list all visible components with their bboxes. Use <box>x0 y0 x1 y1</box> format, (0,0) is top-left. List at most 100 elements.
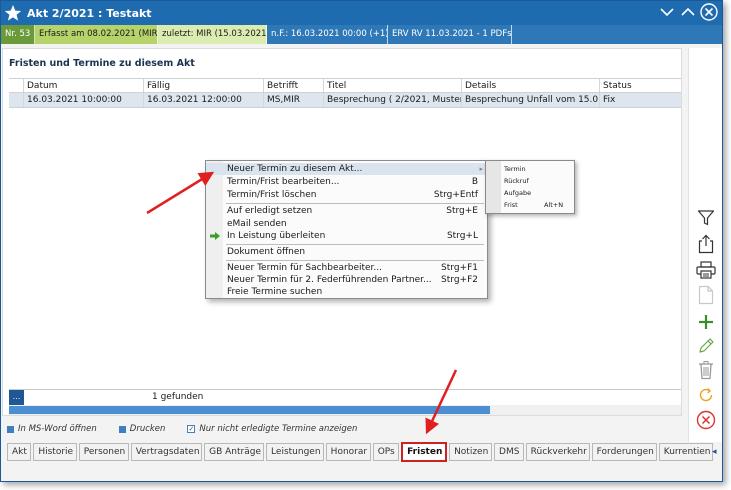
open-only-filter-label: Nur nicht erledigte Termine anzeigen <box>199 424 358 434</box>
info-cell-next-deadline[interactable]: n.F.: 16.03.2021 00:00 (+1) <box>267 25 388 44</box>
table-row[interactable]: 16.03.2021 10:00:00 16.03.2021 12:00:00 … <box>9 93 681 108</box>
menu-item-label: Termin/Frist löschen <box>227 190 317 200</box>
info-bar: Nr. 53 Erfasst am 08.02.2021 (MIR) zulet… <box>1 25 722 44</box>
info-cell-erv[interactable]: ERV RV 11.03.2021 - 1 PDFs <box>388 25 512 44</box>
tab-ops[interactable]: OPs <box>372 443 400 461</box>
menu-item-mark-done[interactable]: Auf erledigt setzen Strg+E <box>206 205 487 217</box>
filter-icon[interactable] <box>694 206 718 230</box>
info-bar-fill <box>512 25 722 44</box>
menu-item-label: In Leistung überleiten <box>227 231 326 241</box>
tab-honorar[interactable]: Honorar <box>325 443 371 461</box>
menu-item-label: eMail senden <box>227 219 287 229</box>
open-in-word-option[interactable]: In MS-Word öffnen <box>7 424 97 434</box>
submenu-item-label: Rückruf <box>504 177 529 185</box>
print-option[interactable]: Drucken <box>118 424 166 434</box>
document-icon[interactable] <box>694 283 718 307</box>
refresh-icon[interactable] <box>694 383 718 407</box>
menu-item-open-document[interactable]: Dokument öffnen <box>206 246 487 258</box>
result-count: 1 gefunden <box>152 392 204 402</box>
submenu-item-shortcut: Alt+N <box>544 201 564 209</box>
tab-vertragsdaten[interactable]: Vertragsdaten <box>130 443 203 461</box>
submenu-item-frist[interactable]: Frist Alt+N <box>504 199 572 211</box>
tab-fristen[interactable]: Fristen <box>401 442 448 462</box>
menu-item-shortcut: Strg+F1 <box>441 263 478 273</box>
row-selector[interactable] <box>9 93 24 107</box>
submenu-item-rueckruf[interactable]: Rückruf <box>504 175 572 187</box>
right-toolbar <box>688 48 722 442</box>
menu-item-new-appointment[interactable]: Neuer Termin zu diesem Akt... ▸ <box>206 163 487 175</box>
cell-details: Besprechung Unfall vom 15.0... <box>462 93 600 107</box>
edit-icon[interactable] <box>694 334 718 358</box>
column-header-titel[interactable]: Titel <box>324 79 462 92</box>
cell-datum: 16.03.2021 10:00:00 <box>24 93 144 107</box>
star-logo-icon <box>3 3 23 23</box>
section-title: Fristen und Termine zu diesem Akt <box>9 58 195 69</box>
column-header-details[interactable]: Details <box>462 79 600 92</box>
deadlines-table: Datum Fällig Betrifft Titel Details Stat… <box>9 78 681 108</box>
menu-item-shortcut: Strg+F2 <box>441 275 478 285</box>
expand-icon[interactable] <box>679 3 697 21</box>
menu-item-shortcut: B <box>471 177 478 187</box>
menu-separator <box>226 203 484 204</box>
menu-separator <box>226 244 484 245</box>
menu-item-edit[interactable]: Termin/Frist bearbeiten... B <box>206 176 487 188</box>
tab-dms[interactable]: DMS <box>494 443 524 461</box>
close-window-icon[interactable] <box>700 3 718 21</box>
menu-item-delete[interactable]: Termin/Frist löschen Strg+Entf <box>206 189 487 201</box>
menu-item-send-email[interactable]: eMail senden <box>206 218 487 230</box>
tab-scroll-left-icon[interactable]: ◂ <box>712 447 717 457</box>
menu-item-shortcut: Strg+Entf <box>433 190 478 200</box>
delete-icon[interactable] <box>694 358 718 382</box>
print-icon[interactable] <box>694 258 718 282</box>
column-header-status[interactable]: Status <box>600 79 681 92</box>
collapse-icon[interactable] <box>658 3 676 21</box>
tab-bar: Akt Historie Personen Vertragsdaten GB A… <box>7 442 715 462</box>
tab-akt[interactable]: Akt <box>7 443 32 461</box>
menu-item-shortcut: Strg+E <box>446 206 478 216</box>
table-footer: ... 1 gefunden <box>9 389 681 405</box>
menu-item-new-for-partner[interactable]: Neuer Termin für 2. Federführenden Partn… <box>206 274 487 286</box>
footer-menu-button[interactable]: ... <box>9 390 24 405</box>
column-header-betrifft[interactable]: Betrifft <box>264 79 324 92</box>
menu-item-label: Neuer Termin für 2. Federführenden Partn… <box>227 275 432 285</box>
horizontal-scrollbar[interactable] <box>9 405 681 415</box>
context-menu: Neuer Termin zu diesem Akt... ▸ Termin/F… <box>205 160 488 299</box>
table-header: Datum Fällig Betrifft Titel Details Stat… <box>9 78 681 93</box>
submenu-item-label: Termin <box>504 165 526 173</box>
cell-faellig: 16.03.2021 12:00:00 <box>144 93 264 107</box>
submenu-item-aufgabe[interactable]: Aufgabe <box>504 187 572 199</box>
submenu: Termin Rückruf Aufgabe Frist Alt+N <box>485 160 575 214</box>
tab-personen[interactable]: Personen <box>78 443 129 461</box>
info-cell-created[interactable]: Erfasst am 08.02.2021 (MIR) <box>35 25 158 44</box>
tab-rueckverkehr[interactable]: Rückverkehr <box>525 443 590 461</box>
share-icon[interactable] <box>694 232 718 256</box>
scrollbar-thumb[interactable] <box>9 406 490 414</box>
info-cell-last-edited[interactable]: zuletzt: MIR (15.03.2021) <box>158 25 267 44</box>
title-bar: Akt 2/2021 : Testakt <box>1 1 722 25</box>
menu-item-transfer-to-service[interactable]: In Leistung überleiten Strg+L <box>206 230 487 242</box>
tab-gb-antraege[interactable]: GB Anträge <box>204 443 265 461</box>
cell-betrifft: MS,MIR <box>264 93 324 107</box>
open-in-word-label: In MS-Word öffnen <box>18 424 97 434</box>
open-only-filter-checkbox[interactable]: ✓ Nur nicht erledigte Termine anzeigen <box>187 424 357 434</box>
column-header-datum[interactable]: Datum <box>24 79 144 92</box>
submenu-item-termin[interactable]: Termin <box>504 163 572 175</box>
submenu-item-label: Frist <box>504 201 518 209</box>
add-icon[interactable] <box>694 310 718 334</box>
info-cell-number[interactable]: Nr. 53 <box>1 25 35 44</box>
header-selector <box>9 79 24 92</box>
tab-kurrentien[interactable]: Kurrentien <box>658 443 713 461</box>
submenu-gutter <box>486 161 501 213</box>
menu-item-label: Auf erledigt setzen <box>227 206 313 216</box>
tab-forderungen[interactable]: Forderungen <box>591 443 657 461</box>
column-header-faellig[interactable]: Fällig <box>144 79 264 92</box>
menu-item-find-free-slots[interactable]: Freie Termine suchen <box>206 286 487 298</box>
tab-notizen[interactable]: Notizen <box>449 443 493 461</box>
print-label: Drucken <box>129 424 166 434</box>
options-bar: In MS-Word öffnen Drucken ✓ Nur nicht er… <box>7 422 681 436</box>
close-circle-icon[interactable] <box>694 408 718 432</box>
tab-leistungen[interactable]: Leistungen <box>266 443 324 461</box>
menu-item-label: Freie Termine suchen <box>227 287 323 297</box>
menu-item-new-for-clerk[interactable]: Neuer Termin für Sachbearbeiter... Strg+… <box>206 262 487 274</box>
tab-historie[interactable]: Historie <box>33 443 77 461</box>
